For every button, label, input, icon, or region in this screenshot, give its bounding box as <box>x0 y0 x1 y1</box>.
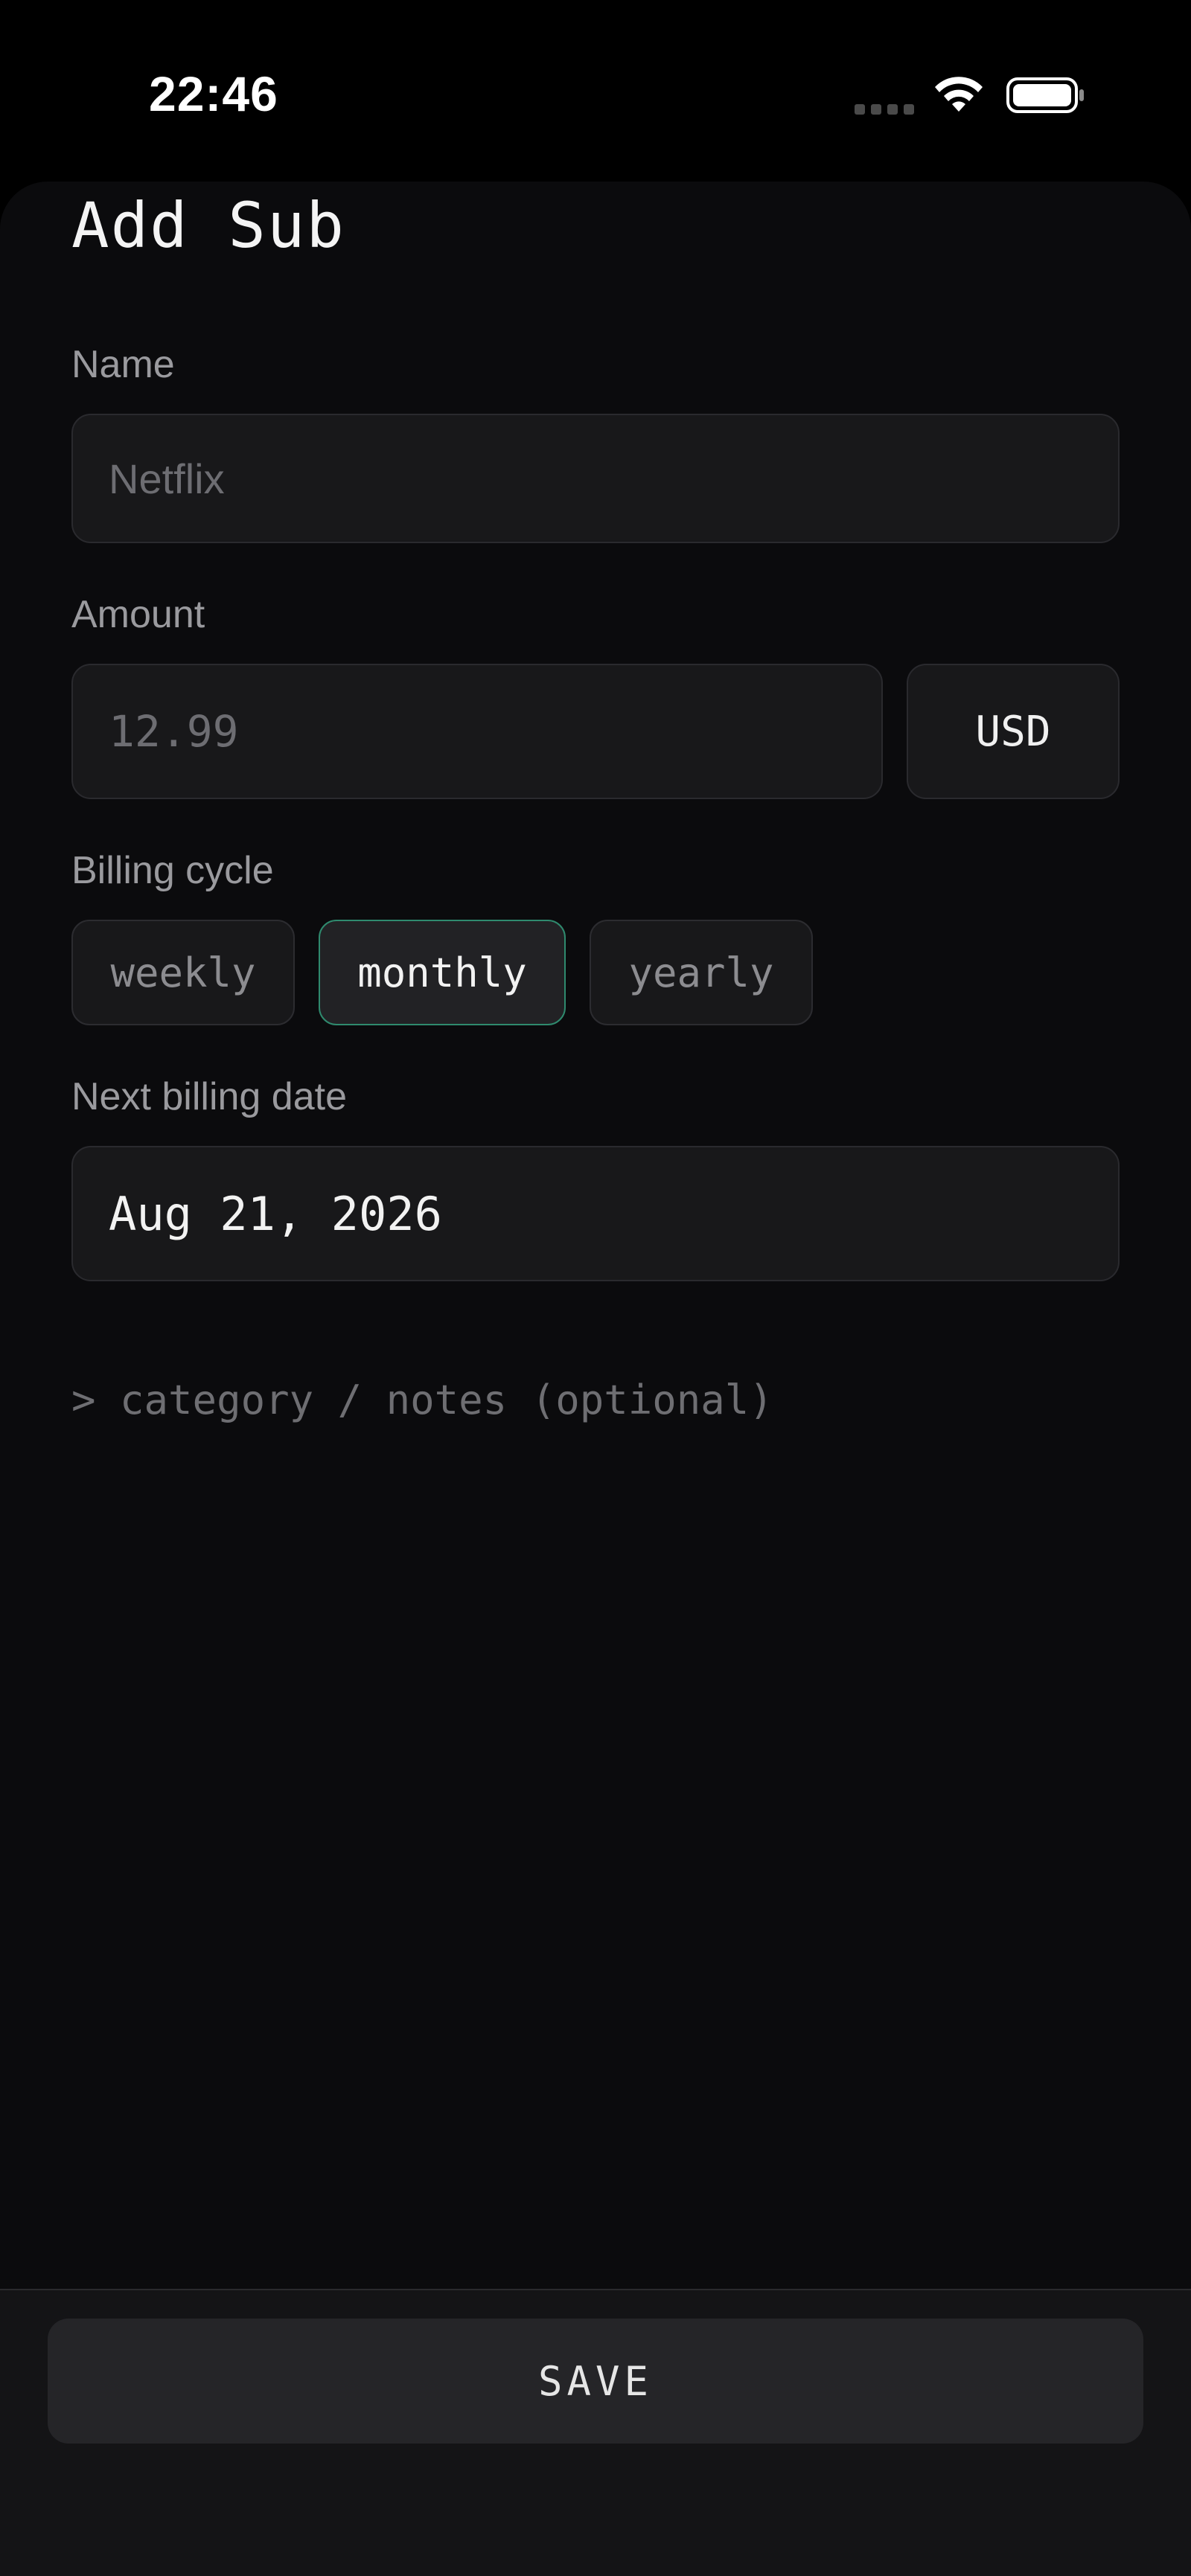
wifi-icon <box>935 77 983 112</box>
screen: 22:46 Add Sub Name Netflix Amount 12.99 … <box>0 0 1191 2576</box>
name-label: Name <box>71 343 175 386</box>
next-billing-date-field[interactable]: Aug 21, 2026 <box>71 1146 1120 1281</box>
amount-input[interactable]: 12.99 <box>71 664 883 799</box>
amount-label: Amount <box>71 593 205 636</box>
next-billing-date-value: Aug 21, 2026 <box>109 1186 442 1241</box>
status-time: 22:46 <box>149 66 278 121</box>
footer: SAVE <box>0 2289 1191 2576</box>
billing-cycle-label: Billing cycle <box>71 849 274 892</box>
name-input[interactable]: Netflix <box>71 414 1120 543</box>
battery-icon <box>1006 77 1084 113</box>
next-billing-date-label: Next billing date <box>71 1075 347 1118</box>
optional-fields-toggle[interactable]: > category / notes (optional) <box>71 1377 773 1423</box>
dynamic-island <box>411 39 780 149</box>
page-title: Add Sub <box>71 189 346 262</box>
status-bar: 22:46 <box>0 0 1191 179</box>
amount-placeholder: 12.99 <box>109 706 239 757</box>
signal-icon <box>855 104 914 116</box>
currency-button[interactable]: USD <box>907 664 1120 799</box>
billing-cycle-weekly[interactable]: weekly <box>71 920 295 1025</box>
save-button[interactable]: SAVE <box>48 2319 1143 2444</box>
billing-cycle-yearly[interactable]: yearly <box>590 920 813 1025</box>
name-placeholder: Netflix <box>109 455 225 502</box>
billing-cycle-monthly[interactable]: monthly <box>319 920 566 1025</box>
